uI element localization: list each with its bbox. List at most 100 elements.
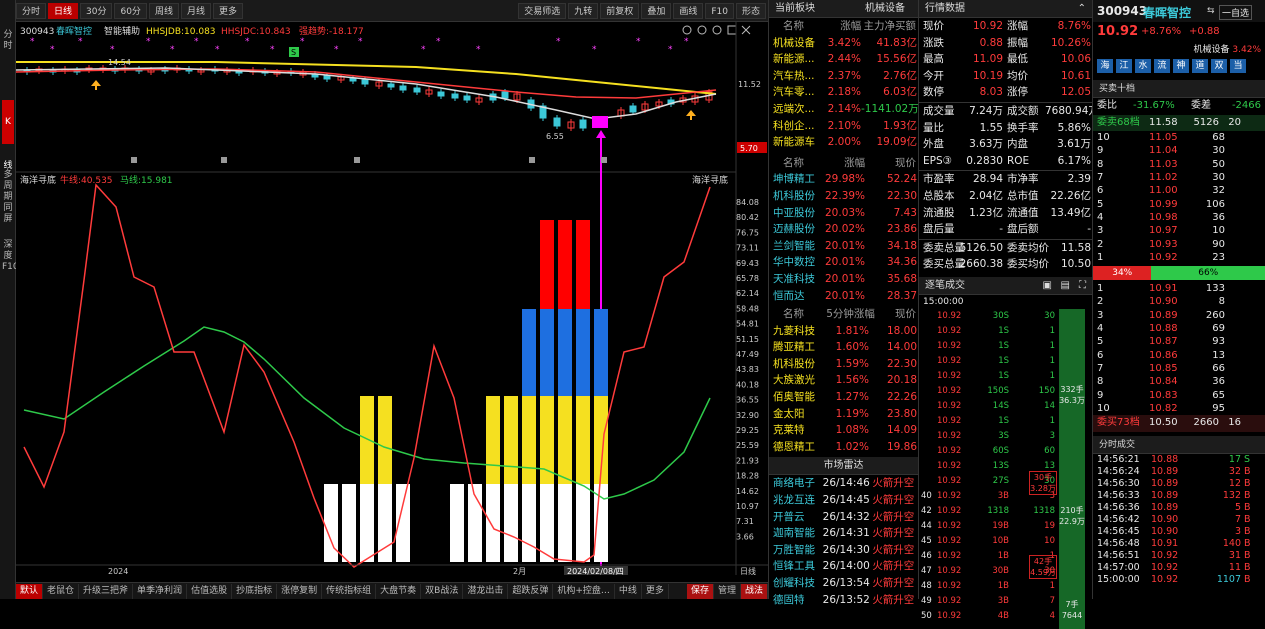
sell-level-row[interactable]: 4 10.98 36 xyxy=(1093,211,1265,224)
fast-gainer-row[interactable]: 克莱特 1.08% 14.09 xyxy=(769,422,918,439)
sell-level-row[interactable]: 3 10.97 10 xyxy=(1093,224,1265,237)
chart-plus-icon[interactable] xyxy=(682,25,692,35)
ind-tab-2[interactable]: 升级三把斧 xyxy=(79,583,134,599)
buy-level-row[interactable]: 7 10.85 66 xyxy=(1093,362,1265,375)
ind-tab-10[interactable]: 潜龙出击 xyxy=(463,583,509,599)
top-gainer-row[interactable]: 天准科技 20.01% 35.68 xyxy=(769,271,918,288)
chart-area[interactable]: 300943 春晖智控 智能辅助 HHSJDB:10.083 HHSJDC:10… xyxy=(16,22,768,575)
ind-tab-13[interactable]: 中线 xyxy=(615,583,642,599)
ind-tab-3[interactable]: 单季净利润 xyxy=(133,583,188,599)
trade-select-button[interactable]: 交易师选 xyxy=(518,2,567,19)
quote-row[interactable]: 成交量 7.24万 成交额 7680.94万 xyxy=(919,103,1099,120)
adjust-button[interactable]: 前复权 xyxy=(600,2,640,19)
pattern-button[interactable]: 形态 xyxy=(735,2,766,19)
ind-tab-more[interactable]: 更多 xyxy=(642,583,669,599)
ob-tab-0[interactable]: 海 xyxy=(1097,59,1113,73)
fast-gainer-row[interactable]: 九菱科技 1.81% 18.00 xyxy=(769,323,918,340)
ind-tab-6[interactable]: 涨停复制 xyxy=(277,583,323,599)
sell-level-row[interactable]: 1 10.92 23 xyxy=(1093,251,1265,264)
top-gainer-row[interactable]: 机科股份 22.39% 22.30 xyxy=(769,188,918,205)
radar-row[interactable]: 万胜智能 26/14:30 火箭升空 xyxy=(769,542,918,559)
tab-depth-f10[interactable]: 深度F10 xyxy=(2,240,19,273)
ticks-expand-icon[interactable]: ⛶ xyxy=(1079,277,1086,295)
quote-row[interactable]: 数停 8.03 涨停 12.05 xyxy=(919,84,1092,101)
ticks-menu-icon[interactable]: ▤ xyxy=(1061,277,1070,295)
radar-row[interactable]: 商络电子 26/14:46 火箭升空 xyxy=(769,475,918,492)
sell-level-row[interactable]: 2 10.93 90 xyxy=(1093,238,1265,251)
ob-tab-2[interactable]: 水 xyxy=(1135,59,1151,73)
quote-row[interactable]: EPS③ 0.2830 ROE 6.17% xyxy=(919,153,1092,170)
quote-row[interactable]: 委卖总量 5126.50 委卖均价 11.58 xyxy=(919,240,1092,257)
buy-level-row[interactable]: 1 10.91 133 xyxy=(1093,282,1265,295)
quote-row[interactable]: 委买总量 2660.38 委买均价 10.50 xyxy=(919,256,1092,273)
ticks-settings-icon[interactable]: ▣ xyxy=(1043,277,1052,295)
sector-row[interactable]: 新能源车 2.00% 19.09亿 xyxy=(769,134,918,151)
sell-level-row[interactable]: 10 11.05 68 xyxy=(1093,131,1265,144)
top-gainer-row[interactable]: 华中数控 20.01% 34.36 xyxy=(769,254,918,271)
tab-intraday[interactable]: 分时 xyxy=(2,30,14,52)
ob-tab-6[interactable]: 双 xyxy=(1211,59,1227,73)
ob-tab-3[interactable]: 流 xyxy=(1154,59,1170,73)
radar-row[interactable]: 开普云 26/14:32 火箭升空 xyxy=(769,509,918,526)
fast-gainer-row[interactable]: 腾亚精工 1.60% 14.00 xyxy=(769,339,918,356)
sector-row[interactable]: 科创企... 2.10% 1.93亿 xyxy=(769,118,918,135)
sell-level-row[interactable]: 5 10.99 106 xyxy=(1093,198,1265,211)
ind-tab-9[interactable]: 双B战法 xyxy=(421,583,464,599)
buy-level-row[interactable]: 4 10.88 69 xyxy=(1093,322,1265,335)
ind-tab-4[interactable]: 估值选股 xyxy=(187,583,233,599)
quote-row[interactable]: 流通股 1.23亿 流通值 13.49亿 xyxy=(919,205,1092,222)
strategy-button[interactable]: 战法 xyxy=(740,583,768,599)
save-button[interactable]: 保存 xyxy=(686,583,714,599)
chart-svg[interactable]: 300943 春晖智控 智能辅助 HHSJDB:10.083 HHSJDC:10… xyxy=(16,22,768,575)
quote-row[interactable]: 盘后量 - 盘后额 - xyxy=(919,221,1092,238)
period-more[interactable]: 更多 xyxy=(212,2,243,19)
top-gainer-row[interactable]: 坤博精工 29.98% 52.24 xyxy=(769,171,918,188)
ind-tab-11[interactable]: 超跌反弹 xyxy=(508,583,554,599)
quote-row[interactable]: 外盘 3.63万 内盘 3.61万 xyxy=(919,136,1092,153)
buy-level-row[interactable]: 3 10.89 260 xyxy=(1093,309,1265,322)
add-watchlist-button[interactable]: 一自选 xyxy=(1219,5,1253,20)
ind-tab-0[interactable]: 默认 xyxy=(16,583,44,599)
ind-tab-12[interactable]: 机构+控盘… xyxy=(553,583,615,599)
radar-row[interactable]: 德固特 26/13:52 火箭升空 xyxy=(769,592,918,609)
top-gainer-row[interactable]: 迈赫股份 20.02% 23.86 xyxy=(769,221,918,238)
ind-tab-1[interactable]: 老鼠仓 xyxy=(43,583,80,599)
fast-gainer-row[interactable]: 机科股份 1.59% 22.30 xyxy=(769,356,918,373)
tab-kline[interactable]: K线 xyxy=(2,100,14,171)
ob-tab-7[interactable]: 当 xyxy=(1230,59,1246,73)
stock-switch-icon[interactable]: ⇆ xyxy=(1207,6,1215,16)
buy-level-row[interactable]: 5 10.87 93 xyxy=(1093,335,1265,348)
nine-turn-button[interactable]: 九转 xyxy=(568,2,599,19)
fast-gainer-row[interactable]: 大族激光 1.56% 20.18 xyxy=(769,372,918,389)
ind-tab-5[interactable]: 抄底指标 xyxy=(232,583,278,599)
f10-button[interactable]: F10 xyxy=(705,2,734,19)
period-30min[interactable]: 30分 xyxy=(80,2,113,19)
period-monthly[interactable]: 月线 xyxy=(180,2,211,19)
top-gainer-row[interactable]: 恒而达 20.01% 28.37 xyxy=(769,288,918,305)
quote-row[interactable]: 量比 1.55 换手率 5.86% xyxy=(919,120,1092,137)
quote-row[interactable]: 涨跌 0.88 振幅 10.26% xyxy=(919,35,1092,52)
buy-level-row[interactable]: 8 10.84 36 xyxy=(1093,375,1265,388)
sector-name[interactable]: 机械设备 xyxy=(865,0,905,18)
ob-tab-1[interactable]: 江 xyxy=(1116,59,1132,73)
fast-gainer-row[interactable]: 金太阳 1.19% 23.80 xyxy=(769,406,918,423)
period-weekly[interactable]: 周线 xyxy=(148,2,179,19)
chart-settings-icon[interactable] xyxy=(712,25,722,35)
quote-row[interactable]: 现价 10.92 涨幅 8.76% xyxy=(919,18,1092,35)
tab-multi-period[interactable]: 多周期同屏 xyxy=(2,170,14,225)
fast-gainer-row[interactable]: 德恩精工 1.02% 19.86 xyxy=(769,439,918,456)
buy-level-row[interactable]: 9 10.83 65 xyxy=(1093,389,1265,402)
collapse-icon[interactable]: ⌃ xyxy=(1078,0,1086,18)
sell-level-row[interactable]: 7 11.02 30 xyxy=(1093,171,1265,184)
quote-row[interactable]: 最高 11.09 最低 10.06 xyxy=(919,51,1092,68)
quote-row[interactable]: 今开 10.19 均价 10.61 xyxy=(919,68,1092,85)
sector-row[interactable]: 新能源... 2.44% 15.56亿 xyxy=(769,51,918,68)
buy-level-row[interactable]: 2 10.90 8 xyxy=(1093,295,1265,308)
buy-level-row[interactable]: 10 10.82 95 xyxy=(1093,402,1265,415)
radar-row[interactable]: 恒锋工具 26/14:00 火箭升空 xyxy=(769,558,918,575)
radar-row[interactable]: 兆龙互连 26/14:45 火箭升空 xyxy=(769,492,918,509)
period-daily[interactable]: 日线 xyxy=(48,2,79,19)
radar-row[interactable]: 迦南智能 26/14:31 火箭升空 xyxy=(769,525,918,542)
chart-minus-icon[interactable] xyxy=(697,25,707,35)
sell-level-row[interactable]: 8 11.03 50 xyxy=(1093,158,1265,171)
